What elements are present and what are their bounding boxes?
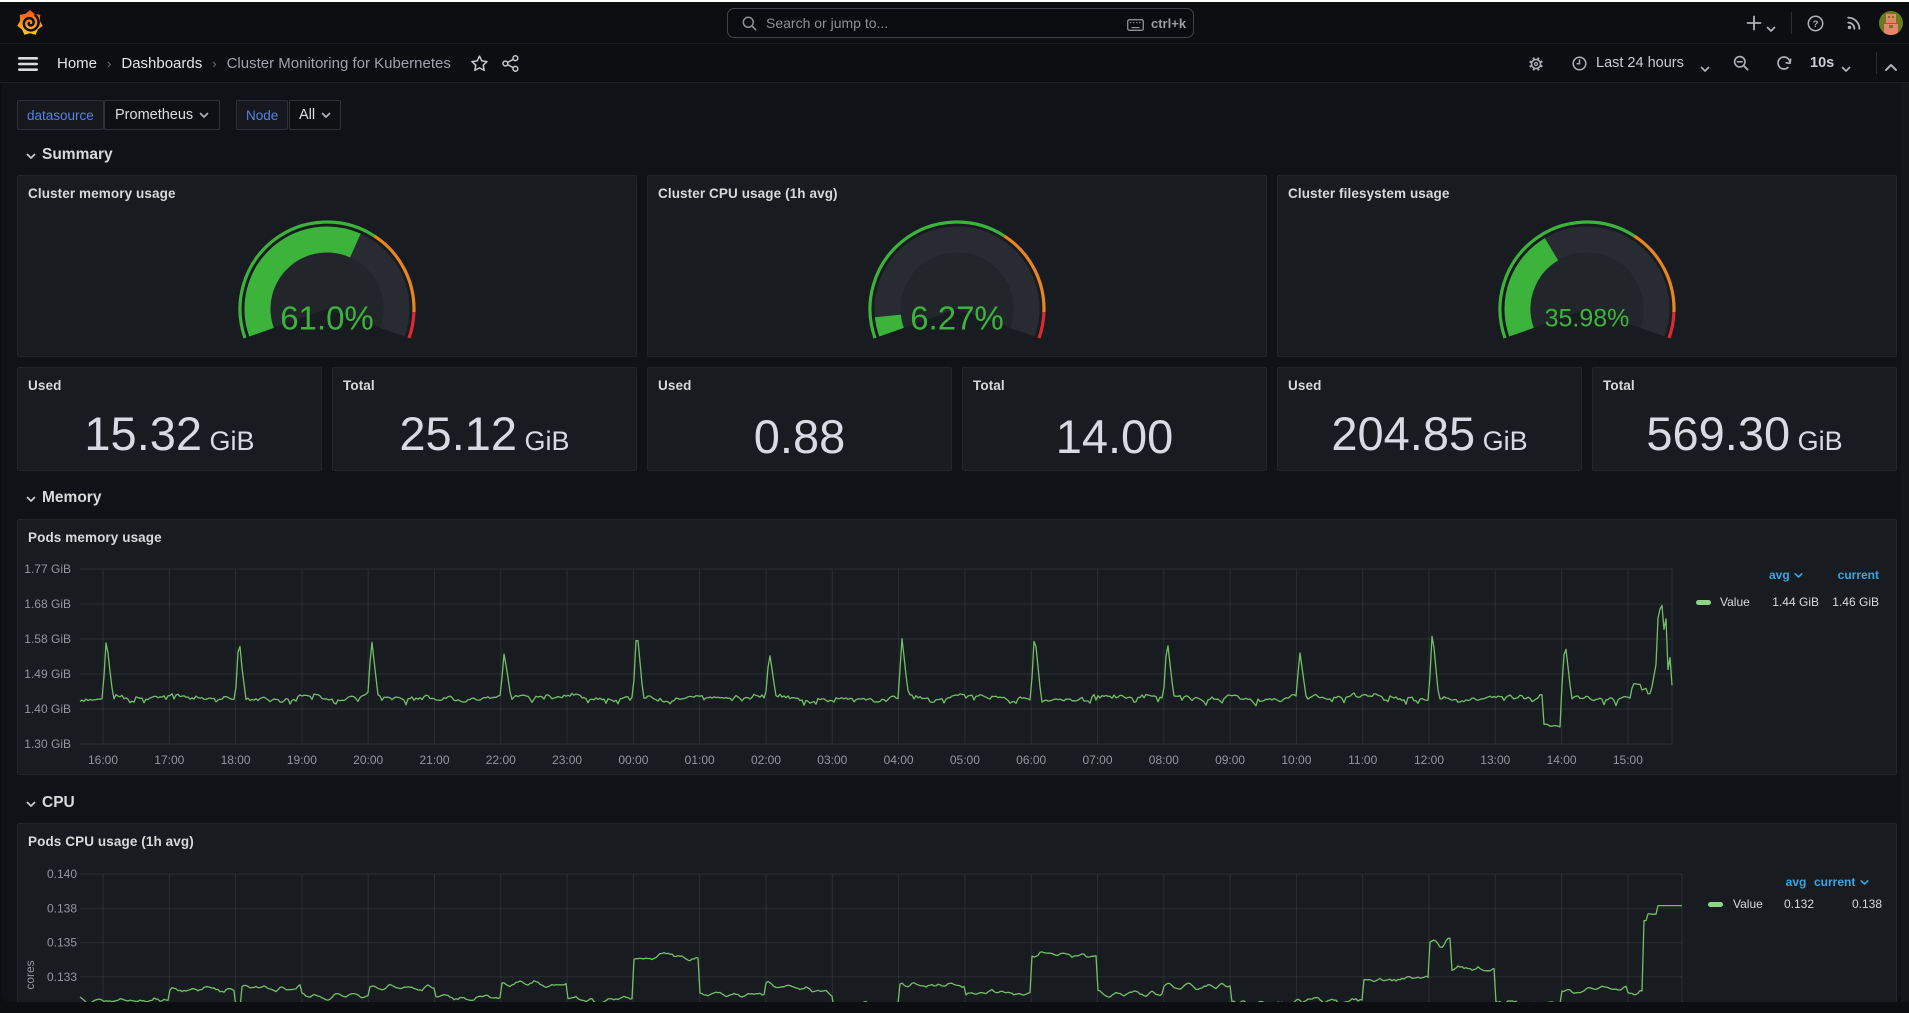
svg-text:35.98%: 35.98%: [1545, 305, 1630, 333]
svg-text:19:00: 19:00: [287, 753, 317, 767]
svg-text:07:00: 07:00: [1082, 753, 1112, 767]
svg-text:0.140: 0.140: [47, 867, 77, 881]
svg-text:14:00: 14:00: [1547, 753, 1577, 767]
svg-text:22:00: 22:00: [486, 753, 516, 767]
svg-text:0.133: 0.133: [47, 970, 77, 984]
svg-text:1.30 GiB: 1.30 GiB: [24, 737, 71, 751]
svg-text:02:00: 02:00: [751, 753, 781, 767]
svg-text:23:00: 23:00: [552, 753, 582, 767]
svg-text:18:00: 18:00: [221, 753, 251, 767]
svg-text:04:00: 04:00: [884, 753, 914, 767]
svg-text:13:00: 13:00: [1480, 753, 1510, 767]
svg-text:08:00: 08:00: [1149, 753, 1179, 767]
svg-text:1.77 GiB: 1.77 GiB: [24, 562, 71, 576]
svg-text:0.138: 0.138: [47, 901, 77, 915]
svg-text:16:00: 16:00: [88, 753, 118, 767]
svg-text:03:00: 03:00: [817, 753, 847, 767]
svg-text:01:00: 01:00: [685, 753, 715, 767]
svg-text:21:00: 21:00: [419, 753, 449, 767]
svg-text:0.135: 0.135: [47, 936, 77, 950]
svg-text:6.27%: 6.27%: [910, 299, 1004, 336]
svg-text:10:00: 10:00: [1281, 753, 1311, 767]
svg-text:05:00: 05:00: [950, 753, 980, 767]
svg-text:1.40 GiB: 1.40 GiB: [24, 702, 71, 716]
svg-text:?: ?: [1813, 19, 1819, 30]
svg-text:00:00: 00:00: [618, 753, 648, 767]
svg-text:09:00: 09:00: [1215, 753, 1245, 767]
svg-text:61.0%: 61.0%: [280, 299, 374, 336]
svg-text:15:00: 15:00: [1613, 753, 1643, 767]
svg-text:17:00: 17:00: [154, 753, 184, 767]
svg-text:06:00: 06:00: [1016, 753, 1046, 767]
svg-text:1.68 GiB: 1.68 GiB: [24, 597, 71, 611]
svg-text:1.58 GiB: 1.58 GiB: [24, 632, 71, 646]
svg-text:11:00: 11:00: [1348, 753, 1377, 767]
svg-text:20:00: 20:00: [353, 753, 383, 767]
svg-text:cores: cores: [23, 960, 37, 989]
svg-text:12:00: 12:00: [1414, 753, 1444, 767]
svg-text:1.49 GiB: 1.49 GiB: [24, 667, 71, 681]
